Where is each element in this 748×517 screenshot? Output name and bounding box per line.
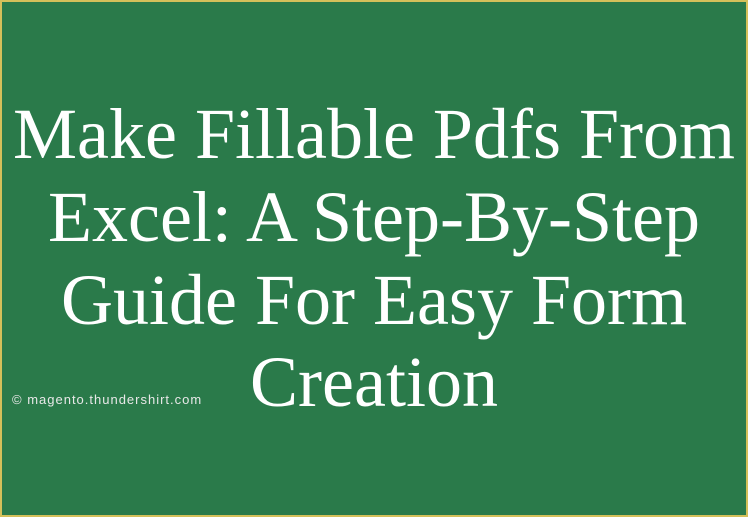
banner-container: Make Fillable Pdfs From Excel: A Step-By… — [0, 0, 748, 517]
main-title: Make Fillable Pdfs From Excel: A Step-By… — [2, 93, 746, 424]
watermark-text: © magento.thundershirt.com — [12, 392, 202, 407]
